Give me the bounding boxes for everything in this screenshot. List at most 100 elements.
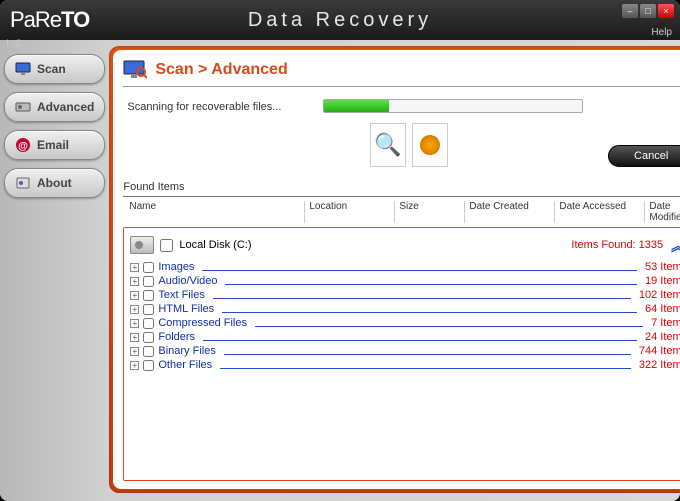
category-row: + HTML Files 64 Items [130,302,680,316]
category-checkbox[interactable] [143,318,154,329]
expand-icon[interactable]: + [130,305,139,314]
help-link[interactable]: Help [651,27,672,38]
sidebar-item-label: Email [37,138,69,152]
category-list: + Images 53 Items + Audio/Video 19 Items + Text… [130,260,680,372]
category-checkbox[interactable] [143,304,154,315]
scan-icons: 🔍 [127,123,680,167]
category-checkbox[interactable] [143,332,154,343]
breadcrumb: Scan > Advanced [155,61,287,79]
expand-icon[interactable]: + [130,263,139,272]
category-label[interactable]: HTML Files [158,303,214,315]
category-row: + Folders 24 Items [130,330,680,344]
category-count: 53 Items [645,261,680,273]
col-location[interactable]: Location [305,201,395,223]
info-icon [15,175,31,191]
scan-preview-search[interactable]: 🔍 [370,123,406,167]
col-size[interactable]: Size [395,201,465,223]
category-count: 64 Items [645,303,680,315]
minimize-button[interactable]: – [622,4,638,18]
main-panel: Scan > Advanced Scanning for recoverable… [109,46,680,493]
expand-icon[interactable]: + [130,333,139,342]
expand-icon[interactable]: + [130,347,139,356]
body: Scan Advanced @ Email About Scan > Advan… [0,40,680,501]
expand-icon[interactable]: + [130,291,139,300]
category-label[interactable]: Binary Files [158,345,215,357]
monitor-icon [15,61,31,77]
leader-line [220,362,631,369]
category-checkbox[interactable] [143,262,154,273]
gear-icon [420,135,440,155]
category-label[interactable]: Images [158,261,194,273]
category-label[interactable]: Other Files [158,359,212,371]
close-button[interactable]: × [658,4,674,18]
category-count: 322 Items [639,359,680,371]
leader-line [222,306,637,313]
category-label[interactable]: Folders [158,331,195,343]
sidebar-item-label: Advanced [37,100,94,114]
sidebar: Scan Advanced @ Email About [0,40,109,501]
main-inner: Scan > Advanced Scanning for recoverable… [113,50,680,489]
category-row: + Audio/Video 19 Items [130,274,680,288]
breadcrumb-row: Scan > Advanced [123,58,680,86]
titlebar: PaReTO L O G I C Data Recovery – □ × Hel… [0,0,680,40]
app-title: Data Recovery [248,9,432,32]
sidebar-item-email[interactable]: @ Email [4,130,105,160]
drive-name[interactable]: Local Disk (C:) [179,239,251,251]
category-label[interactable]: Text Files [158,289,204,301]
sidebar-item-about[interactable]: About [4,168,105,198]
col-date-created[interactable]: Date Created [465,201,555,223]
brand-logo: PaReTO L O G I C [10,7,89,33]
magnifier-icon: 🔍 [374,132,401,158]
hdd-icon [130,236,154,254]
leader-line [213,292,631,299]
sidebar-item-advanced[interactable]: Advanced [4,92,105,122]
expand-icon[interactable]: + [130,319,139,328]
col-date-modified[interactable]: Date Modified [645,201,680,223]
category-checkbox[interactable] [143,290,154,301]
collapse-icon[interactable]: ︽ [671,236,680,256]
cancel-label: Cancel [634,150,668,162]
category-count: 24 Items [645,331,680,343]
leader-line [202,264,637,271]
logo-text-a: PaRe [10,7,61,32]
sidebar-item-scan[interactable]: Scan [4,54,105,84]
category-row: + Compressed Files 7 Items [130,316,680,330]
drive-checkbox[interactable] [160,239,173,252]
category-row: + Text Files 102 Items [130,288,680,302]
category-label[interactable]: Compressed Files [158,317,247,329]
leader-line [255,320,643,327]
app-window: PaReTO L O G I C Data Recovery – □ × Hel… [0,0,680,501]
progress-bar [323,99,583,113]
maximize-button[interactable]: □ [640,4,656,18]
drive-row: Local Disk (C:) Items Found: 1335 ︽ [130,234,680,260]
category-count: 19 Items [645,275,680,287]
category-checkbox[interactable] [143,276,154,287]
category-label[interactable]: Audio/Video [158,275,217,287]
results-pane: Local Disk (C:) Items Found: 1335 ︽ + Ima… [123,227,680,481]
window-controls: – □ × [622,4,674,18]
drive-icon [15,99,31,115]
scan-area: Scanning for recoverable files... 🔍 Canc… [123,86,680,175]
leader-line [224,348,631,355]
leader-line [225,278,636,285]
found-items-label: Found Items [123,181,680,193]
sidebar-item-label: About [37,176,72,190]
category-count: 744 Items [639,345,680,357]
monitor-icon [123,60,147,80]
category-row: + Images 53 Items [130,260,680,274]
progress-fill [324,100,389,112]
email-icon: @ [15,137,31,153]
sidebar-item-label: Scan [37,62,66,76]
expand-icon[interactable]: + [130,277,139,286]
category-count: 7 Items [651,317,680,329]
category-row: + Binary Files 744 Items [130,344,680,358]
category-checkbox[interactable] [143,360,154,371]
logo-subtext: L O G I C [0,38,24,48]
col-name[interactable]: Name [125,201,305,223]
scan-preview-settings[interactable] [412,123,448,167]
expand-icon[interactable]: + [130,361,139,370]
category-count: 102 Items [639,289,680,301]
col-date-accessed[interactable]: Date Accessed [555,201,645,223]
category-checkbox[interactable] [143,346,154,357]
cancel-button[interactable]: Cancel [608,145,680,167]
